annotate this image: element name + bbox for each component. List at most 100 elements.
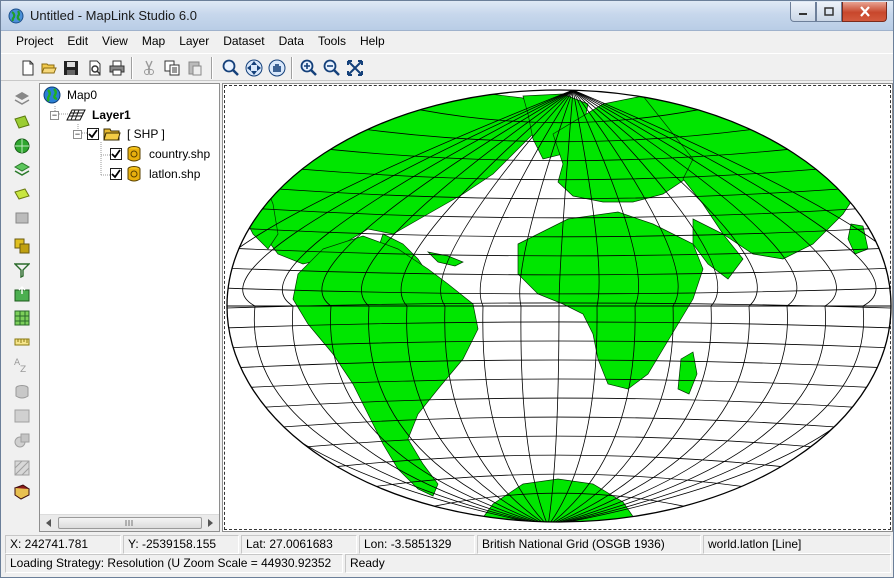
menu-edit[interactable]: Edit bbox=[60, 31, 95, 51]
scroll-left-button[interactable] bbox=[40, 515, 57, 531]
menu-project[interactable]: Project bbox=[9, 31, 60, 51]
tree-horizontal-scrollbar[interactable] bbox=[40, 514, 219, 531]
tool-book-button[interactable] bbox=[13, 483, 31, 501]
world-map[interactable] bbox=[223, 84, 892, 531]
tree-label-group: [ SHP ] bbox=[127, 127, 165, 141]
tool-layer-button[interactable] bbox=[13, 89, 31, 107]
ruler-icon bbox=[14, 338, 30, 346]
database-cylinder-icon bbox=[127, 166, 141, 182]
grip-icon bbox=[125, 520, 133, 526]
tool-disabled-1-button[interactable] bbox=[13, 383, 31, 401]
status-dataset: world.latlon [Line] bbox=[703, 535, 891, 554]
sort-az-icon: AZ bbox=[14, 358, 26, 372]
menu-view[interactable]: View bbox=[95, 31, 135, 51]
check-icon bbox=[88, 129, 98, 139]
print-button[interactable] bbox=[107, 58, 127, 78]
status-lon: Lon: -3.5851329 bbox=[359, 535, 475, 554]
tree-node-map[interactable]: Map0 bbox=[43, 86, 97, 104]
zoom-extents-button[interactable] bbox=[345, 58, 365, 78]
tool-sort-button[interactable]: AZ bbox=[13, 355, 31, 373]
open-button[interactable] bbox=[39, 58, 59, 78]
tool-globe-button[interactable] bbox=[13, 137, 31, 155]
layer-toolbar: AZ bbox=[5, 85, 37, 533]
tree-node-shp-group[interactable]: − [ SHP ] bbox=[73, 125, 165, 143]
chevron-left-icon bbox=[45, 519, 51, 527]
app-globe-icon bbox=[8, 8, 24, 24]
tree-node-layer[interactable]: − Layer1 bbox=[50, 106, 131, 124]
menu-dataset[interactable]: Dataset bbox=[216, 31, 271, 51]
new-file-icon bbox=[22, 60, 34, 76]
minimize-button[interactable] bbox=[790, 2, 816, 22]
menu-help[interactable]: Help bbox=[353, 31, 392, 51]
scroll-right-button[interactable] bbox=[202, 515, 219, 531]
country-checkbox[interactable] bbox=[110, 148, 122, 160]
tool-layers-button[interactable] bbox=[13, 161, 31, 179]
zoom-in-icon bbox=[300, 59, 317, 76]
group-checkbox[interactable] bbox=[87, 128, 99, 140]
menu-data[interactable]: Data bbox=[272, 31, 311, 51]
copy-icon bbox=[164, 60, 180, 76]
zoom-tool-button[interactable] bbox=[221, 58, 241, 78]
tool-grid-button[interactable] bbox=[13, 209, 31, 227]
chevron-right-icon bbox=[207, 519, 213, 527]
dataset-icon bbox=[14, 188, 30, 200]
pan-arrows-icon bbox=[245, 59, 263, 77]
app-window: Untitled - MapLink Studio 6.0 Project Ed… bbox=[0, 0, 894, 578]
export-icon bbox=[14, 286, 30, 302]
close-button[interactable] bbox=[842, 2, 887, 22]
cut-button[interactable] bbox=[139, 58, 159, 78]
save-button[interactable] bbox=[61, 58, 81, 78]
minimize-icon bbox=[799, 12, 807, 15]
zoom-extents-icon bbox=[347, 60, 363, 76]
pan-button[interactable] bbox=[244, 58, 264, 78]
folder-icon bbox=[103, 128, 121, 141]
tree-node-latlon[interactable]: latlon.shp bbox=[110, 165, 200, 183]
tool-disabled-4-button[interactable] bbox=[13, 459, 31, 477]
hand-pan-button[interactable] bbox=[267, 58, 287, 78]
tool-dataset-button[interactable] bbox=[13, 185, 31, 203]
check-icon bbox=[111, 169, 121, 179]
copy-button[interactable] bbox=[162, 58, 182, 78]
filter-funnel-icon bbox=[14, 263, 30, 278]
tree-node-country[interactable]: country.shp bbox=[110, 145, 210, 163]
table-icon bbox=[14, 310, 30, 326]
tool-disabled-3-button[interactable] bbox=[13, 431, 31, 449]
menu-layer[interactable]: Layer bbox=[172, 31, 216, 51]
paste-button[interactable] bbox=[185, 58, 205, 78]
tool-tiles-button[interactable] bbox=[13, 237, 31, 255]
tool-raster-button[interactable] bbox=[13, 113, 31, 131]
print-preview-button[interactable] bbox=[85, 58, 105, 78]
tool-ruler-button[interactable] bbox=[13, 333, 31, 351]
zoom-in-button[interactable] bbox=[299, 58, 319, 78]
layer-grid-icon bbox=[66, 109, 86, 121]
print-preview-icon bbox=[89, 60, 101, 76]
save-disk-icon bbox=[64, 61, 78, 75]
menu-bar: Project Edit View Map Layer Dataset Data… bbox=[1, 31, 893, 51]
title-bar[interactable]: Untitled - MapLink Studio 6.0 bbox=[1, 1, 893, 31]
svg-text:Z: Z bbox=[20, 365, 26, 372]
menu-map[interactable]: Map bbox=[135, 31, 172, 51]
collapse-toggle[interactable]: − bbox=[73, 129, 82, 139]
tool-disabled-2-button[interactable] bbox=[13, 407, 31, 425]
close-icon bbox=[859, 6, 870, 17]
collapse-toggle[interactable]: − bbox=[50, 110, 59, 120]
globe-icon bbox=[14, 138, 30, 154]
status-ready: Ready bbox=[345, 554, 891, 573]
main-toolbar bbox=[1, 53, 893, 81]
toolbar-separator bbox=[131, 57, 133, 79]
tool-table-button[interactable] bbox=[13, 309, 31, 327]
layer-tree-panel: Map0 − Layer1 − [ SHP ] country.shp latl… bbox=[39, 83, 220, 532]
latlon-checkbox[interactable] bbox=[110, 168, 122, 180]
map-view[interactable] bbox=[222, 83, 893, 532]
maximize-button[interactable] bbox=[816, 2, 842, 22]
tool-export-button[interactable] bbox=[13, 285, 31, 303]
zoom-out-button[interactable] bbox=[322, 58, 342, 78]
tool-filter-button[interactable] bbox=[13, 261, 31, 279]
scroll-thumb[interactable] bbox=[58, 517, 202, 529]
menu-tools[interactable]: Tools bbox=[311, 31, 353, 51]
tree-label-latlon: latlon.shp bbox=[149, 167, 201, 181]
tree-label-country: country.shp bbox=[149, 147, 211, 161]
book-icon bbox=[14, 484, 30, 500]
status-lat: Lat: 27.0061683 bbox=[241, 535, 357, 554]
new-file-button[interactable] bbox=[18, 58, 38, 78]
